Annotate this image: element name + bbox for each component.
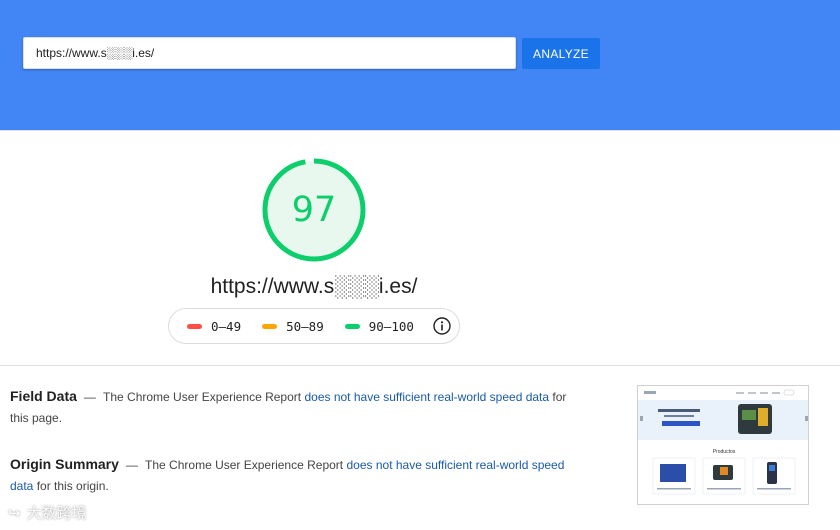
thumbnail-products-label: Productos xyxy=(713,449,736,455)
tested-url: https://www.s░░░i.es/ xyxy=(210,275,418,298)
field-data-title: Field Data xyxy=(10,388,77,404)
legend-swatch-orange xyxy=(262,323,278,329)
thumbnail-svg: Productos xyxy=(638,386,808,504)
origin-summary-title: Origin Summary xyxy=(10,456,119,472)
watermark: ↪ 大数跨境 xyxy=(8,502,87,523)
origin-summary-dash: — xyxy=(125,458,138,472)
analyze-button[interactable]: ANALYZE xyxy=(522,38,600,69)
info-icon[interactable] xyxy=(433,317,451,335)
origin-summary-section: Origin Summary — The Chrome User Experien… xyxy=(10,454,570,497)
score-gauge: 97 xyxy=(261,157,367,263)
legend-label: 0–49 xyxy=(211,318,242,334)
legend-item-fail: 0–49 xyxy=(187,319,241,334)
legend-label: 90–100 xyxy=(368,318,414,334)
score-value: 97 xyxy=(291,190,337,230)
legend-label: 50–89 xyxy=(286,318,324,334)
section-divider xyxy=(0,365,840,366)
origin-summary-text: The Chrome User Experience Report xyxy=(145,458,344,472)
legend-item-average: 50–89 xyxy=(262,319,324,334)
legend-swatch-green xyxy=(344,323,360,329)
watermark-text: 大数跨境 xyxy=(26,504,87,522)
header-bar: ANALYZE xyxy=(0,0,840,131)
page-screenshot-thumbnail: Productos xyxy=(637,385,809,505)
field-data-text: The Chrome User Experience Report xyxy=(103,390,302,404)
score-legend: 0–49 50–89 90–100 xyxy=(168,308,460,344)
field-data-section: Field Data — The Chrome User Experience R… xyxy=(10,386,570,429)
field-data-link[interactable]: does not have sufficient real-world spee… xyxy=(304,390,549,404)
origin-summary-text-after: for this origin. xyxy=(36,479,109,493)
url-input[interactable] xyxy=(23,37,516,69)
legend-swatch-red xyxy=(187,323,202,329)
field-data-dash: — xyxy=(83,390,96,404)
watermark-logo-icon: ↪ xyxy=(8,503,21,522)
legend-item-pass: 90–100 xyxy=(344,318,414,334)
